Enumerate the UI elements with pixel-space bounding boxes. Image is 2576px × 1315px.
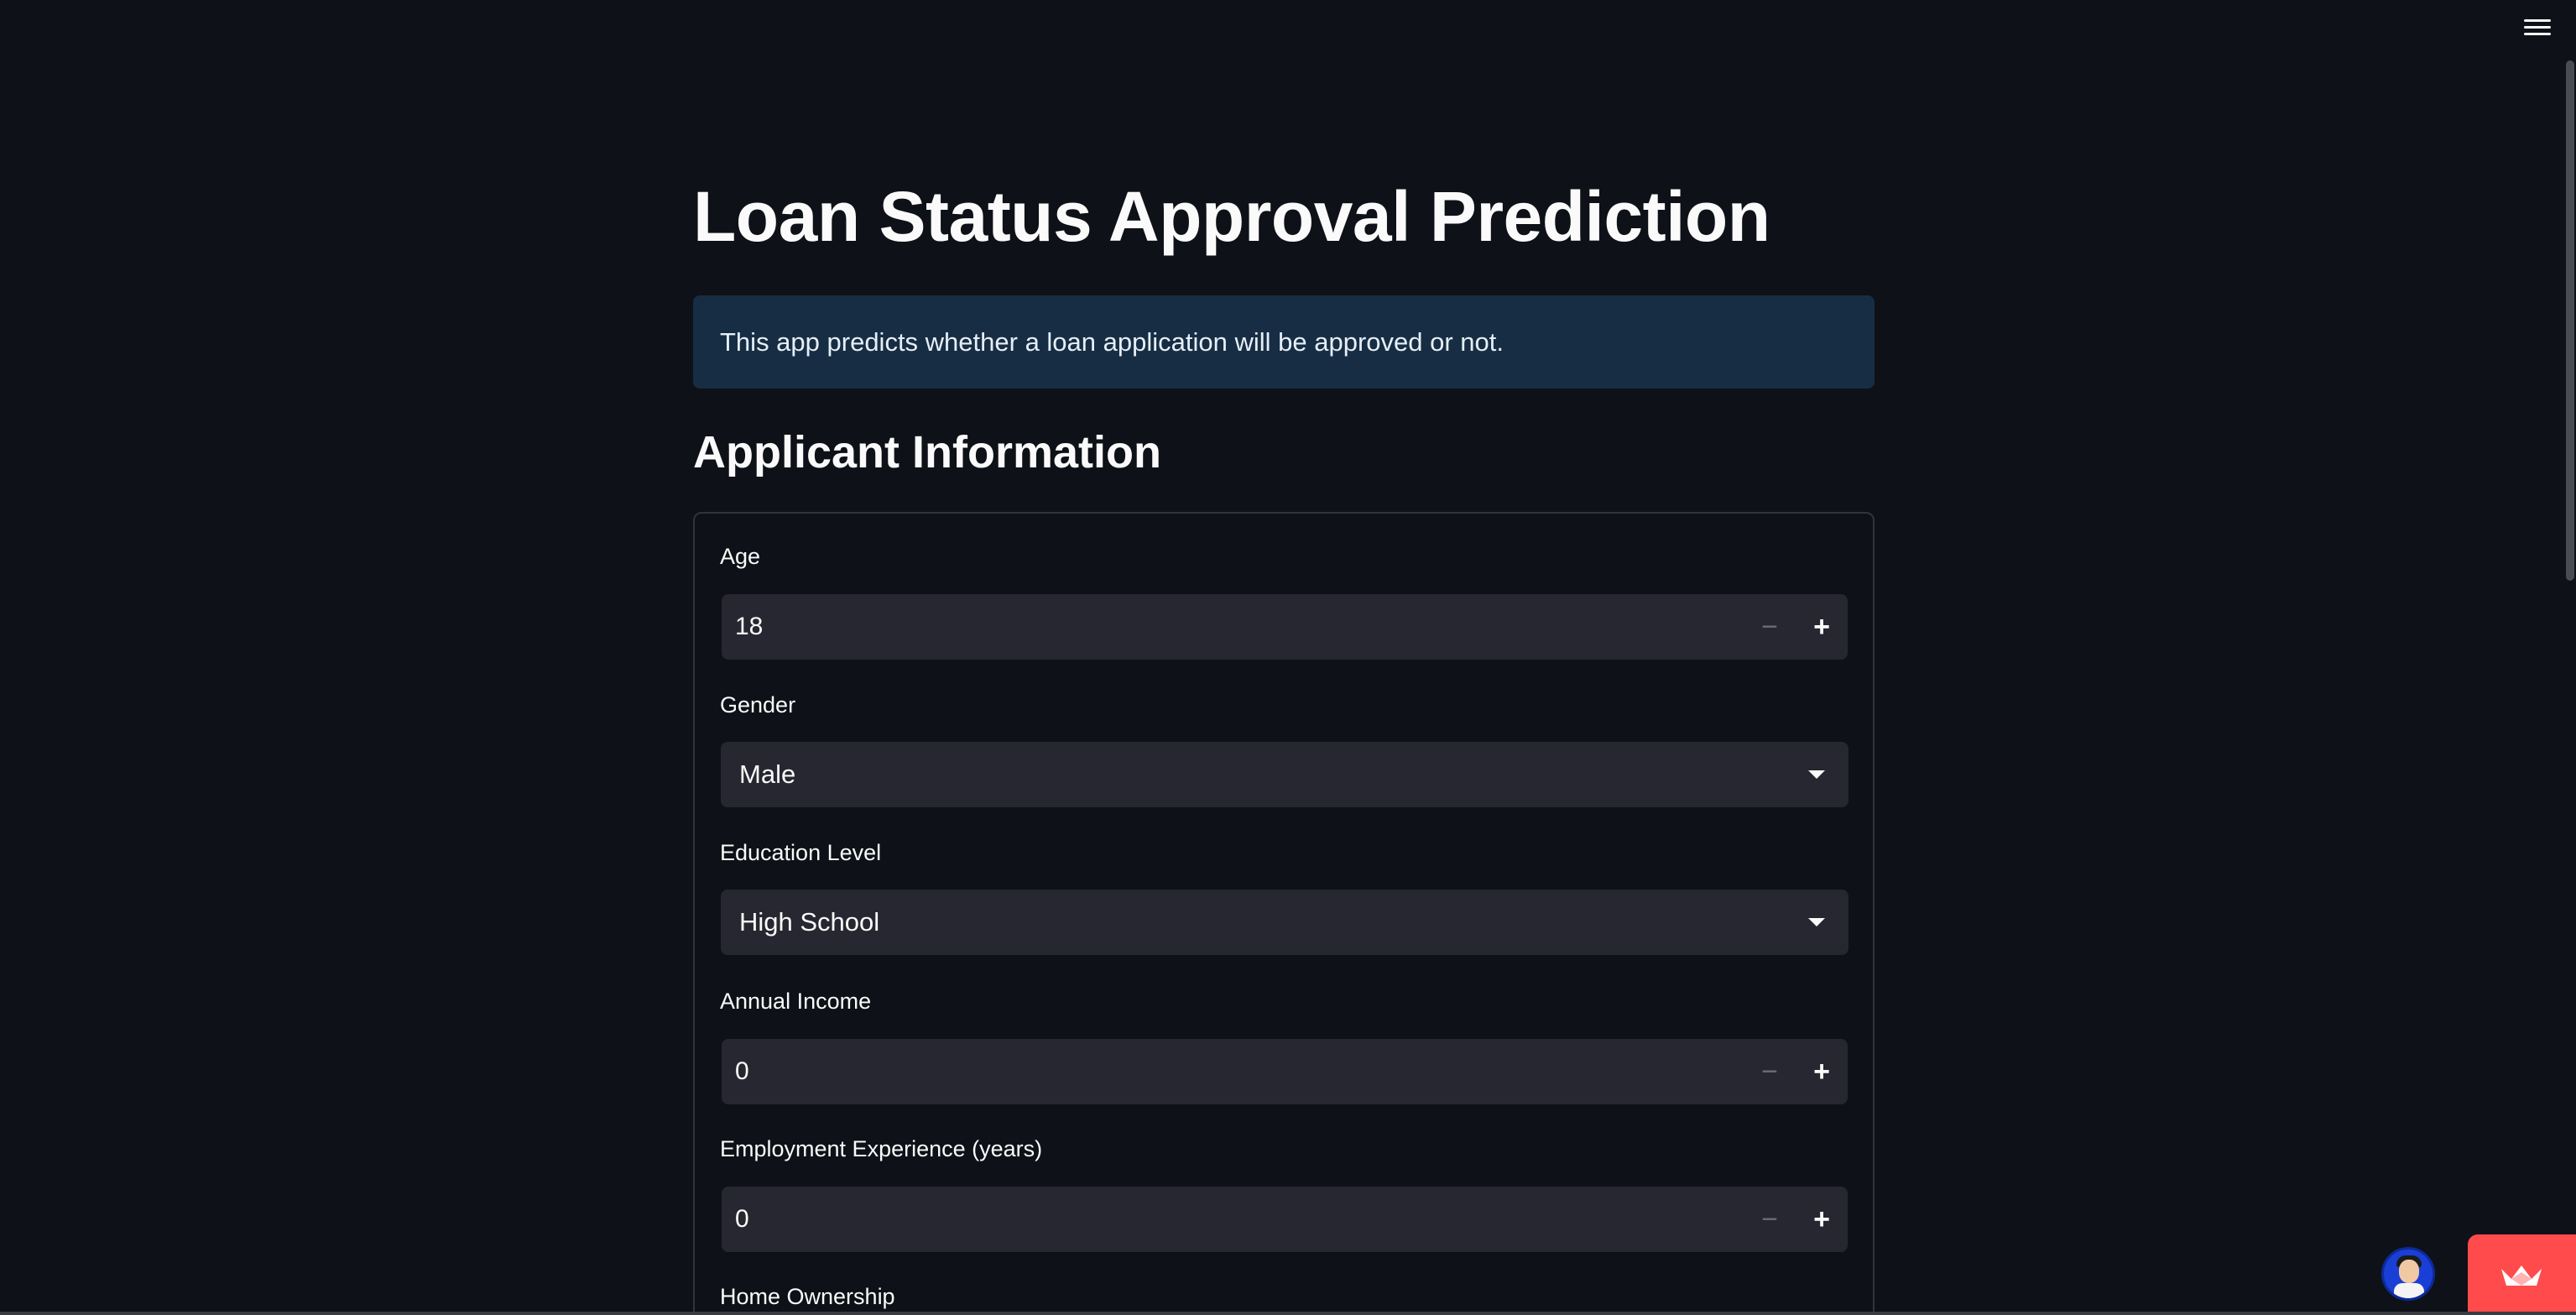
menu-bar	[2524, 25, 2551, 29]
income-decrement-button[interactable]: −	[1744, 1039, 1796, 1104]
experience-increment-button[interactable]: +	[1796, 1187, 1848, 1252]
app-root: Loan Status Approval Prediction This app…	[0, 0, 2576, 1315]
experience-number-input[interactable]: 0 − +	[722, 1187, 1848, 1252]
chevron-down-icon[interactable]	[1808, 770, 1825, 779]
chevron-down-icon[interactable]	[1808, 918, 1825, 926]
menu-bar	[2524, 32, 2551, 35]
age-number-input[interactable]: 18 − +	[722, 594, 1848, 660]
home-ownership-label: Home Ownership	[720, 1284, 895, 1309]
streamlit-crown-icon	[2501, 1265, 2542, 1286]
experience-label: Employment Experience (years)	[720, 1136, 1043, 1161]
streamlit-badge-button[interactable]	[2468, 1234, 2576, 1315]
avatar-body	[2394, 1283, 2424, 1298]
experience-decrement-button[interactable]: −	[1744, 1187, 1796, 1252]
experience-value[interactable]: 0	[722, 1205, 1744, 1234]
section-subheader: Applicant Information	[693, 427, 1161, 477]
income-label: Annual Income	[720, 989, 872, 1014]
user-avatar-icon[interactable]	[2381, 1247, 2435, 1301]
gender-selected-value: Male	[739, 759, 796, 789]
info-alert: This app predicts whether a loan applica…	[693, 295, 1875, 389]
income-increment-button[interactable]: +	[1796, 1039, 1848, 1104]
income-number-input[interactable]: 0 − +	[722, 1039, 1848, 1104]
menu-bar	[2524, 18, 2551, 22]
gender-select[interactable]: Male	[721, 742, 1849, 807]
applicant-form: Age 18 − + Gender Male Education Level H…	[693, 512, 1875, 1315]
education-select[interactable]: High School	[721, 890, 1849, 955]
education-label: Education Level	[720, 840, 882, 865]
info-alert-text: This app predicts whether a loan applica…	[720, 326, 1504, 357]
scrollbar-thumb[interactable]	[2566, 60, 2574, 581]
hamburger-menu-icon[interactable]	[2521, 12, 2554, 42]
education-selected-value: High School	[739, 907, 880, 937]
age-decrement-button[interactable]: −	[1744, 594, 1796, 660]
age-increment-button[interactable]: +	[1796, 594, 1848, 660]
age-label: Age	[720, 544, 761, 569]
age-value[interactable]: 18	[722, 613, 1744, 641]
income-value[interactable]: 0	[722, 1057, 1744, 1086]
avatar-face	[2399, 1260, 2419, 1283]
gender-label: Gender	[720, 692, 796, 718]
bottom-divider	[0, 1312, 2576, 1315]
page-title: Loan Status Approval Prediction	[693, 177, 1770, 256]
